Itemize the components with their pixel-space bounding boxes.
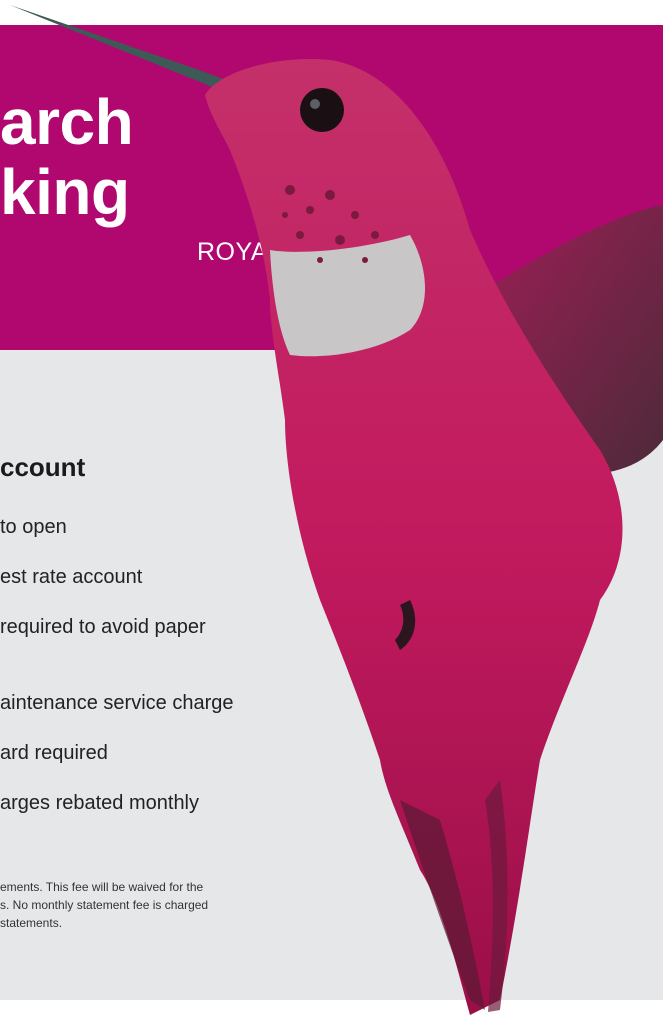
hummingbird-illustration bbox=[10, 5, 663, 1015]
eye-highlight bbox=[310, 99, 320, 109]
eye-shape bbox=[300, 88, 344, 132]
body-shape bbox=[205, 59, 623, 1015]
beak-shape bbox=[10, 5, 240, 96]
